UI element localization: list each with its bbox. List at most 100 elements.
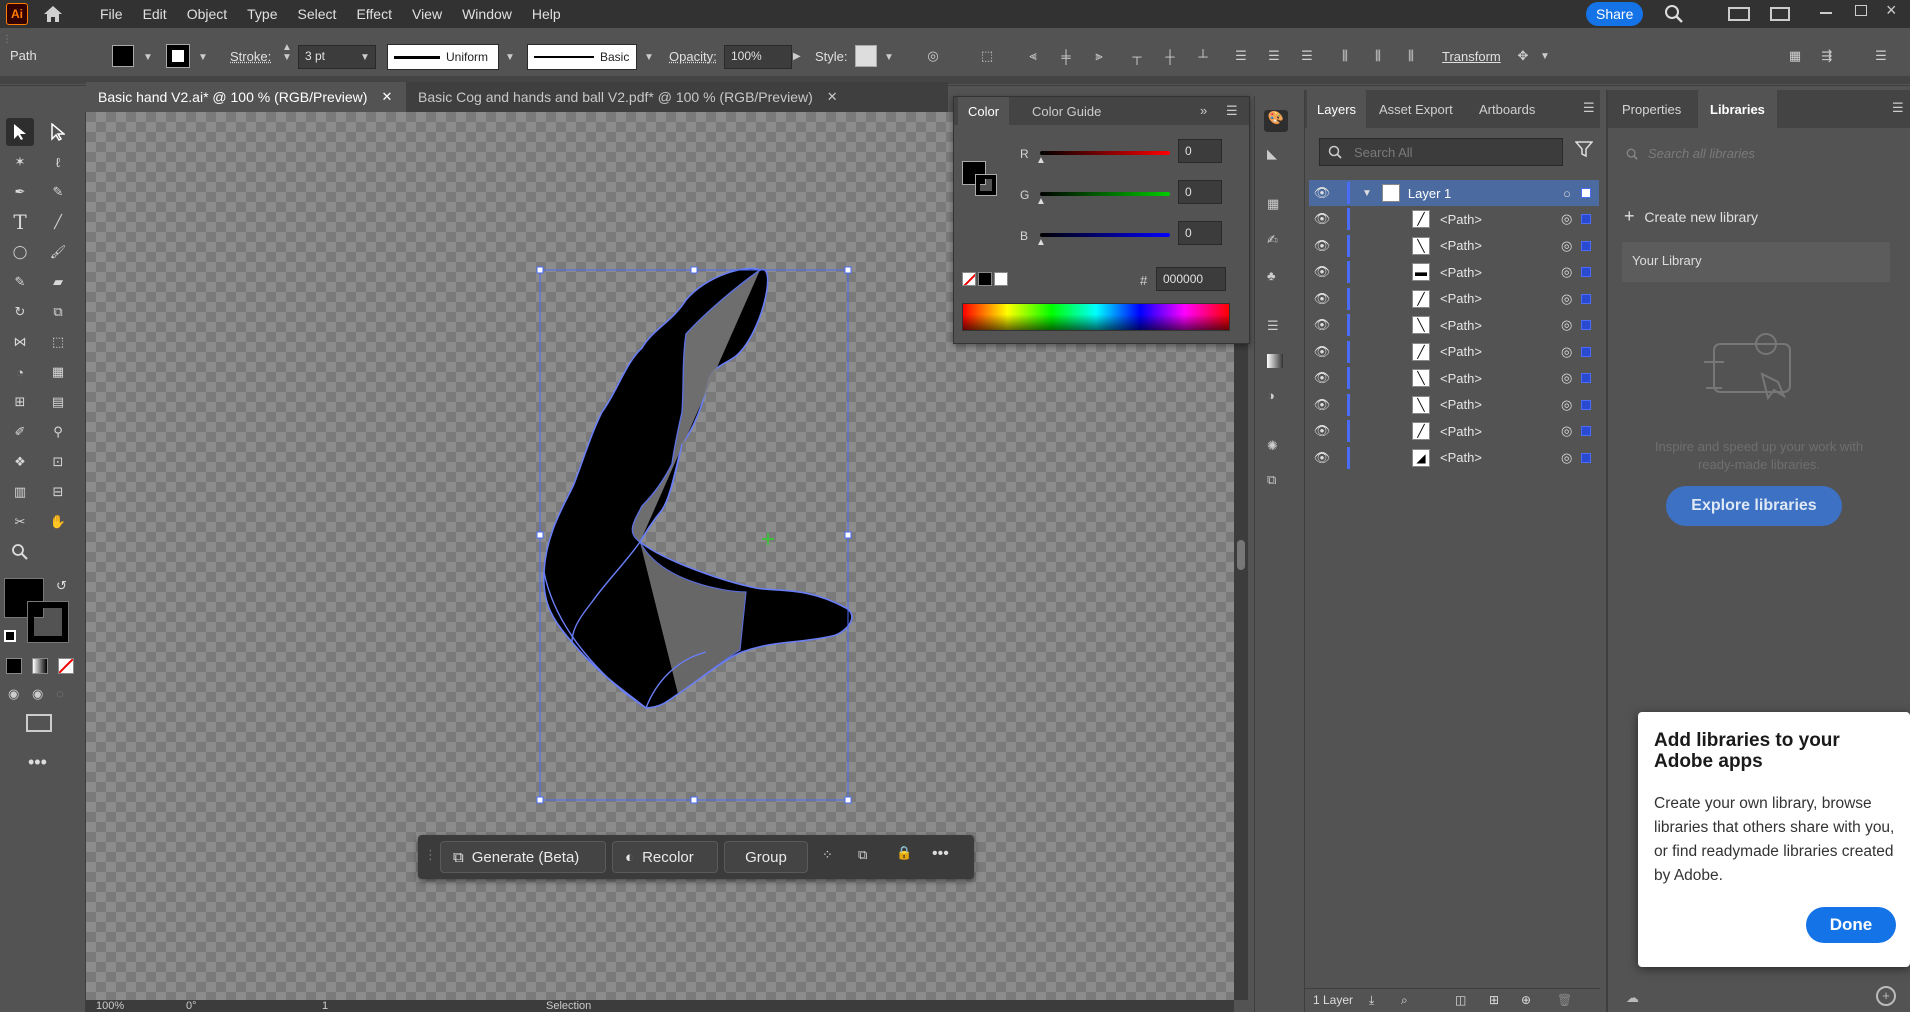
scroll-thumb[interactable] (1237, 540, 1245, 570)
chevron-down-icon[interactable]: ▼ (644, 52, 654, 63)
panel-menu-icon[interactable]: ☰ (1226, 103, 1238, 119)
path-row[interactable]: 👁 ╲ <Path> ◎ (1309, 312, 1599, 338)
tab-layers[interactable]: Layers (1307, 90, 1367, 128)
transform-again-icon[interactable]: ⁘ (822, 847, 833, 863)
locate-object-icon[interactable]: ⌕ (1401, 993, 1408, 1008)
eye-icon[interactable]: 👁 (1309, 370, 1335, 386)
path-name[interactable]: <Path> (1440, 397, 1482, 412)
panel-menu-icon[interactable]: ☰ (1892, 100, 1904, 116)
tab-basic-cog[interactable]: Basic Cog and hands and ball V2.pdf* @ 1… (406, 82, 866, 112)
b-slider-thumb[interactable]: ▲ (1036, 237, 1046, 248)
close-window-icon[interactable]: × (1886, 0, 1897, 21)
path-name[interactable]: <Path> (1440, 318, 1482, 333)
artboard-number[interactable]: 1 (322, 1000, 328, 1012)
collect-export-icon[interactable]: ⤓ (1369, 993, 1374, 1008)
distribute-hcenter-icon[interactable]: ⫼ (1367, 45, 1389, 67)
target-icon[interactable]: ◎ (1561, 211, 1572, 227)
new-sublayer-icon[interactable]: ⊞ (1489, 993, 1499, 1007)
free-transform-tool-icon[interactable]: ⬚ (44, 328, 72, 356)
eye-icon[interactable]: 👁 (1309, 264, 1335, 280)
path-row[interactable]: 👁 ╱ <Path> ◎ (1309, 286, 1599, 312)
grip-icon[interactable]: ⋮ (424, 847, 437, 863)
curvature-tool-icon[interactable]: ✎ (44, 178, 72, 206)
path-name[interactable]: <Path> (1440, 238, 1482, 253)
selection-indicator[interactable] (1581, 188, 1591, 198)
more-tools-icon[interactable]: ••• (28, 752, 47, 773)
done-button[interactable]: Done (1806, 907, 1896, 943)
shaper-tool-icon[interactable]: ✎ (6, 268, 34, 296)
gradient-panel-icon[interactable] (1267, 354, 1283, 368)
puppet-warp-icon[interactable]: ✥ (1512, 45, 1534, 67)
path-row[interactable]: 👁 ▬ <Path> ◎ (1309, 259, 1599, 285)
selection-tool-icon[interactable] (6, 118, 34, 146)
search-icon[interactable] (1664, 4, 1684, 27)
eye-icon[interactable]: 👁 (1309, 397, 1335, 413)
zoom-tool-icon[interactable] (6, 538, 34, 566)
bar-graph-tool-icon[interactable]: ▥ (6, 478, 34, 506)
arrange-documents-icon[interactable] (1728, 7, 1750, 21)
more-options-icon[interactable]: ••• (932, 845, 949, 863)
width-tool-icon[interactable]: ⋈ (6, 328, 34, 356)
isolate-icon[interactable]: ▦ (1784, 45, 1806, 67)
eyedropper-tool-icon[interactable]: ✐ (6, 418, 34, 446)
delete-icon[interactable]: 🗑 (1557, 993, 1572, 1007)
path-name[interactable]: <Path> (1440, 344, 1482, 359)
scale-tool-icon[interactable]: ⧉ (44, 298, 72, 326)
brush-definition[interactable]: Basic (527, 44, 637, 70)
path-row[interactable]: 👁 ╱ <Path> ◎ (1309, 339, 1599, 365)
distribute-vcenter-icon[interactable]: ☰ (1263, 45, 1285, 67)
target-icon[interactable]: ◎ (1561, 397, 1572, 413)
align-to-icon[interactable]: ⬚ (976, 45, 998, 67)
distribute-right-icon[interactable]: ⫼ (1400, 45, 1422, 67)
cloud-icon[interactable]: ☁ (1626, 990, 1639, 1006)
path-row[interactable]: 👁 ╱ <Path> ◎ (1309, 418, 1599, 444)
gradient-tool-icon[interactable]: ▤ (44, 388, 72, 416)
arrange-icon[interactable]: ⇶ (1816, 45, 1838, 67)
draw-inside-icon[interactable]: ◌ (56, 686, 64, 701)
default-colors-icon[interactable] (4, 630, 16, 642)
opacity-input[interactable]: 100% (724, 45, 792, 69)
white-swatch[interactable] (994, 272, 1008, 286)
fill-swatch[interactable] (112, 45, 134, 67)
menu-type[interactable]: Type (237, 6, 287, 22)
duplicate-icon[interactable]: ⧉ (858, 847, 867, 863)
eye-icon[interactable]: 👁 (1309, 423, 1335, 439)
menu-view[interactable]: View (402, 6, 452, 22)
eye-icon[interactable]: 👁 (1309, 344, 1335, 360)
stroke-swatch[interactable] (166, 44, 190, 68)
artboard-tool-icon[interactable]: ⊟ (44, 478, 72, 506)
stepper-icon[interactable]: ▲ ▼ (282, 43, 292, 63)
selection-indicator[interactable] (1581, 452, 1591, 463)
type-tool-icon[interactable]: T (6, 208, 34, 236)
selection-indicator[interactable] (1581, 320, 1591, 330)
distribute-top-icon[interactable]: ☰ (1230, 45, 1252, 67)
tab-color-guide[interactable]: Color Guide (1022, 97, 1111, 125)
direct-selection-tool-icon[interactable] (44, 118, 72, 146)
panel-menu-icon[interactable]: ☰ (1583, 100, 1595, 116)
chevron-down-icon[interactable]: ▼ (505, 52, 515, 63)
magic-wand-tool-icon[interactable]: ✶ (6, 148, 34, 176)
r-value-input[interactable]: 0 (1178, 139, 1222, 163)
chevron-down-icon[interactable]: ▼ (143, 52, 153, 63)
rotation-value[interactable]: 0° (186, 1000, 197, 1012)
lasso-tool-icon[interactable]: ℓ (44, 148, 72, 176)
brushes-icon[interactable]: ✍ (1267, 232, 1278, 248)
group-button[interactable]: Group (724, 841, 808, 873)
home-icon[interactable] (42, 3, 64, 25)
layer-row[interactable]: 👁 ▼ Layer 1 ○ (1309, 180, 1599, 206)
chevron-down-icon[interactable]: ▼ (198, 52, 208, 63)
transform-link[interactable]: Transform (1442, 49, 1501, 64)
tab-asset-export[interactable]: Asset Export (1369, 90, 1463, 128)
libraries-search[interactable]: Search all libraries (1622, 140, 1900, 168)
color-mode-icon[interactable] (6, 658, 22, 674)
target-icon[interactable]: ◎ (1561, 423, 1572, 439)
none-mode-icon[interactable] (58, 658, 74, 674)
swap-colors-icon[interactable]: ↺ (56, 578, 67, 594)
eye-icon[interactable]: 👁 (1309, 185, 1335, 201)
g-slider-thumb[interactable]: ▲ (1036, 196, 1046, 207)
symbol-sprayer-tool-icon[interactable]: ❖ (6, 448, 34, 476)
shape-builder-tool-icon[interactable]: ◔ (6, 358, 34, 386)
path-row[interactable]: 👁 ╱ <Path> ◎ (1309, 206, 1599, 232)
appearance-icon[interactable]: ✺ (1267, 438, 1278, 454)
hand-tool-icon[interactable]: ✋ (44, 508, 72, 536)
